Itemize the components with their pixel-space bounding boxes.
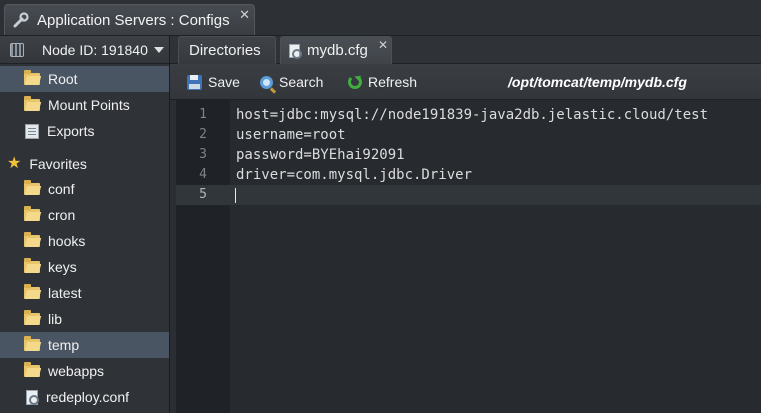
line-text[interactable]: host=jdbc:mysql://node191839-java2db.jel… — [236, 105, 708, 125]
line-number: 2 — [199, 127, 207, 142]
sidebar-item-conf[interactable]: conf — [0, 176, 169, 202]
code-editor[interactable]: 1 host=jdbc:mysql://node191839-java2db.j… — [176, 100, 761, 413]
sidebar-item-redeploy-conf[interactable]: redeploy.conf — [0, 384, 169, 410]
sidebar-item-favorites[interactable]: ★ Favorites — [0, 151, 169, 177]
sidebar-item-keys[interactable]: keys — [0, 254, 169, 280]
close-icon[interactable]: ✕ — [378, 38, 388, 52]
sidebar-item-label: lib — [48, 311, 63, 327]
window-tab[interactable]: Application Servers : Configs ✕ — [4, 4, 255, 35]
text-cursor — [235, 188, 236, 203]
save-icon — [187, 74, 202, 90]
node-selector[interactable]: Node ID: 191840 — [0, 36, 169, 64]
folder-icon — [24, 206, 40, 221]
editor-line[interactable]: 3 password=BYEhai92091 — [176, 145, 761, 165]
tab-label: mydb.cfg — [307, 42, 368, 59]
sidebar-item-label: Root — [48, 71, 78, 87]
sidebar-item-label: Exports — [47, 123, 95, 139]
sidebar-item-label: Favorites — [29, 156, 87, 172]
sidebar-item-hooks[interactable]: hooks — [0, 228, 169, 254]
sidebar-item-label: latest — [48, 285, 82, 301]
refresh-label: Refresh — [368, 74, 418, 90]
sidebar: Node ID: 191840 Root Mount Points Export… — [0, 36, 170, 413]
line-number: 5 — [199, 187, 207, 202]
server-icon — [10, 42, 24, 57]
sidebar-item-exports[interactable]: Exports — [0, 118, 169, 144]
file-path: /opt/tomcat/temp/mydb.cfg — [508, 74, 687, 90]
sidebar-item-lib[interactable]: lib — [0, 306, 169, 332]
close-icon[interactable]: ✕ — [239, 7, 250, 23]
sidebar-item-label: hooks — [48, 233, 86, 249]
tab-mydb-cfg[interactable]: mydb.cfg ✕ — [280, 36, 392, 64]
folder-icon — [24, 284, 40, 299]
folder-open-icon — [24, 336, 40, 351]
sidebar-item-root[interactable]: Root — [0, 66, 169, 92]
line-text[interactable]: driver=com.mysql.jdbc.Driver — [236, 165, 472, 185]
sidebar-item-label: redeploy.conf — [46, 389, 130, 405]
line-number: 1 — [199, 107, 207, 122]
sidebar-item-mount-points[interactable]: Mount Points — [0, 92, 169, 118]
folder-icon — [24, 180, 40, 195]
window-titlebar: Application Servers : Configs ✕ — [0, 0, 761, 36]
tab-directories[interactable]: Directories — [178, 36, 276, 64]
editor-line[interactable]: 2 username=root — [176, 125, 761, 145]
refresh-button[interactable]: Refresh — [348, 64, 417, 100]
sidebar-item-temp[interactable]: temp — [0, 332, 169, 358]
sidebar-item-label: keys — [48, 259, 77, 275]
folder-icon — [24, 96, 40, 111]
folder-open-icon — [24, 70, 40, 85]
star-icon: ★ — [7, 155, 22, 172]
line-text[interactable]: password=BYEhai92091 — [236, 145, 405, 165]
wrench-icon — [13, 12, 29, 28]
file-icon — [289, 43, 302, 59]
editor-line[interactable]: 4 driver=com.mysql.jdbc.Driver — [176, 165, 761, 185]
line-number: 3 — [199, 147, 207, 162]
save-label: Save — [208, 74, 240, 90]
sidebar-item-webapps[interactable]: webapps — [0, 358, 169, 384]
sidebar-item-label: cron — [48, 207, 76, 223]
sidebar-item-label: conf — [48, 181, 75, 197]
chevron-down-icon[interactable] — [153, 46, 164, 53]
exports-icon — [25, 123, 39, 139]
tab-label: Directories — [189, 42, 261, 59]
window-title: Application Servers : Configs — [37, 11, 230, 29]
sidebar-item-label: webapps — [48, 363, 105, 379]
folder-icon — [24, 310, 40, 325]
folder-icon — [24, 362, 40, 377]
sidebar-item-label: Mount Points — [48, 97, 130, 113]
line-text[interactable]: username=root — [236, 125, 346, 145]
editor-line[interactable]: 1 host=jdbc:mysql://node191839-java2db.j… — [176, 105, 761, 125]
toolbar: Save Search Refresh /opt/tomcat/temp/myd… — [170, 64, 761, 100]
save-button[interactable]: Save — [187, 64, 240, 100]
refresh-icon — [348, 75, 362, 89]
node-id-label: Node ID: 191840 — [42, 41, 148, 58]
folder-icon — [24, 258, 40, 273]
search-icon — [260, 75, 273, 89]
folder-icon — [24, 232, 40, 247]
line-number: 4 — [199, 167, 207, 182]
search-button[interactable]: Search — [260, 64, 323, 100]
sidebar-item-cron[interactable]: cron — [0, 202, 169, 228]
editor-tabs: Directories mydb.cfg ✕ — [170, 36, 761, 64]
sidebar-item-label: temp — [48, 337, 80, 353]
sidebar-item-latest[interactable]: latest — [0, 280, 169, 306]
search-label: Search — [279, 74, 324, 90]
editor-line-current[interactable]: 5 — [176, 185, 761, 205]
file-icon — [26, 389, 39, 405]
